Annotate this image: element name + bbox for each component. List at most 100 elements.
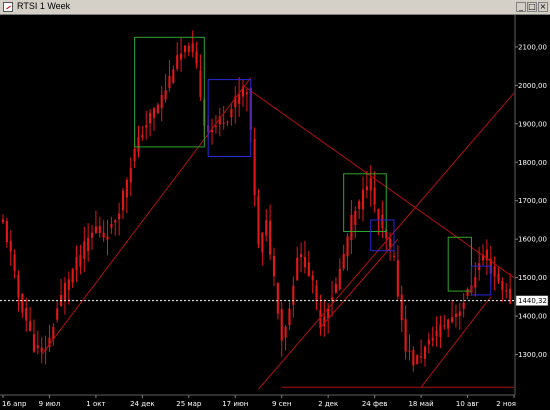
- candle-body: [230, 108, 233, 118]
- candle-body: [118, 213, 121, 220]
- candle-body: [389, 238, 392, 248]
- candle-body: [369, 178, 372, 191]
- candle-body: [13, 254, 16, 271]
- candle-body: [288, 308, 291, 326]
- candle-body: [226, 121, 229, 123]
- x-tick-label: 2 дек: [318, 400, 338, 408]
- boxes-layer: [134, 36, 492, 296]
- candle-body: [199, 70, 202, 97]
- candle-body: [164, 90, 167, 100]
- green-box: [134, 36, 205, 148]
- candle-body: [5, 221, 8, 243]
- trendlines-layer: [41, 77, 515, 390]
- candle-body: [83, 241, 86, 259]
- candle-body: [462, 302, 465, 309]
- candle-body: [361, 189, 365, 210]
- candle-body: [253, 138, 256, 196]
- candle-body: [420, 356, 423, 358]
- candle-body: [90, 232, 94, 238]
- candle-body: [180, 53, 183, 60]
- y-tick-label: 1300,00: [518, 351, 547, 359]
- candle-body: [79, 254, 82, 267]
- candle-body: [284, 327, 287, 338]
- candle-body: [222, 122, 225, 124]
- candle-body: [396, 260, 399, 297]
- candle-body: [447, 319, 450, 329]
- candle-body: [311, 275, 314, 281]
- candle-body: [346, 236, 349, 257]
- x-tick-label: 24 фев: [362, 400, 388, 408]
- candle-body: [125, 179, 128, 198]
- window-title: RTSI 1 Week: [17, 1, 71, 11]
- candle-body: [121, 190, 125, 211]
- x-tick-label: 24 дек: [130, 400, 155, 408]
- candle-body: [400, 294, 403, 321]
- candle-body: [9, 240, 12, 252]
- candle-body: [160, 94, 163, 108]
- candle-body: [439, 324, 442, 337]
- candle-body: [303, 257, 307, 268]
- candle-body: [75, 257, 78, 271]
- candle-body: [458, 311, 461, 317]
- candle-body: [141, 135, 144, 138]
- candle-body: [145, 125, 148, 128]
- candle-body: [106, 236, 109, 240]
- axis-layer: 2100,00 2000,00 1900,00 1800,00 1700,00 1600,…: [0, 43, 549, 408]
- candle-body: [238, 93, 241, 104]
- y-tick-label: 1600,00: [518, 236, 547, 244]
- trendline-long-trend: [258, 92, 515, 390]
- x-tick-label: 9 июл: [39, 400, 61, 408]
- candle-body: [191, 43, 194, 53]
- candle-body: [412, 350, 415, 366]
- candle-body: [319, 309, 322, 329]
- candle-body: [133, 148, 136, 162]
- candle-body: [21, 293, 24, 313]
- candle-body: [56, 308, 59, 320]
- close-button[interactable]: ×: [538, 2, 548, 12]
- candle-body: [381, 214, 384, 228]
- candle-body: [98, 226, 101, 233]
- candle-body: [365, 186, 368, 191]
- candle-body: [354, 211, 357, 225]
- x-tick-label: 1 окт: [86, 400, 105, 408]
- candle-body: [454, 313, 457, 317]
- candle-body: [416, 355, 419, 365]
- candle-body: [450, 317, 454, 322]
- minimize-button[interactable]: _: [516, 2, 526, 12]
- candle-body: [404, 319, 407, 352]
- candle-body: [129, 167, 132, 183]
- candle-body: [183, 45, 187, 52]
- candle-body: [63, 282, 67, 301]
- candle-body: [466, 288, 469, 297]
- y-tick-label: 2100,00: [518, 43, 547, 51]
- candle-body: [435, 330, 438, 337]
- candle-body: [87, 237, 90, 252]
- price-chart[interactable]: 2100,00 2000,00 1900,00 1800,00 1700,00 1600,…: [0, 15, 550, 410]
- candle-body: [36, 345, 39, 348]
- candle-body: [423, 346, 427, 359]
- candle-body: [431, 337, 434, 341]
- x-tick-label: 10 авг: [456, 400, 480, 408]
- current-price-label: 1440,32: [518, 297, 547, 305]
- candle-body: [71, 269, 74, 283]
- y-tick-label: 1400,00: [518, 313, 547, 321]
- candle-body: [280, 309, 283, 341]
- y-tick-label: 1800,00: [518, 159, 547, 167]
- candle-body: [272, 255, 276, 277]
- candle-body: [307, 262, 310, 277]
- y-tick-label: 1900,00: [518, 120, 547, 128]
- candle-body: [392, 255, 396, 258]
- candles-layer: [1, 30, 512, 372]
- y-tick-label: 1500,00: [518, 274, 547, 282]
- y-tick-label: 1700,00: [518, 197, 547, 205]
- maximize-button[interactable]: □: [527, 2, 537, 12]
- candle-body: [350, 215, 353, 241]
- candle-body: [195, 51, 198, 64]
- candle-body: [427, 339, 430, 345]
- candle-body: [168, 75, 171, 89]
- candle-body: [493, 266, 496, 277]
- candle-body: [443, 325, 446, 327]
- candle-body: [52, 326, 55, 340]
- candle-body: [276, 282, 279, 314]
- x-tick-label: 17 июн: [222, 400, 248, 408]
